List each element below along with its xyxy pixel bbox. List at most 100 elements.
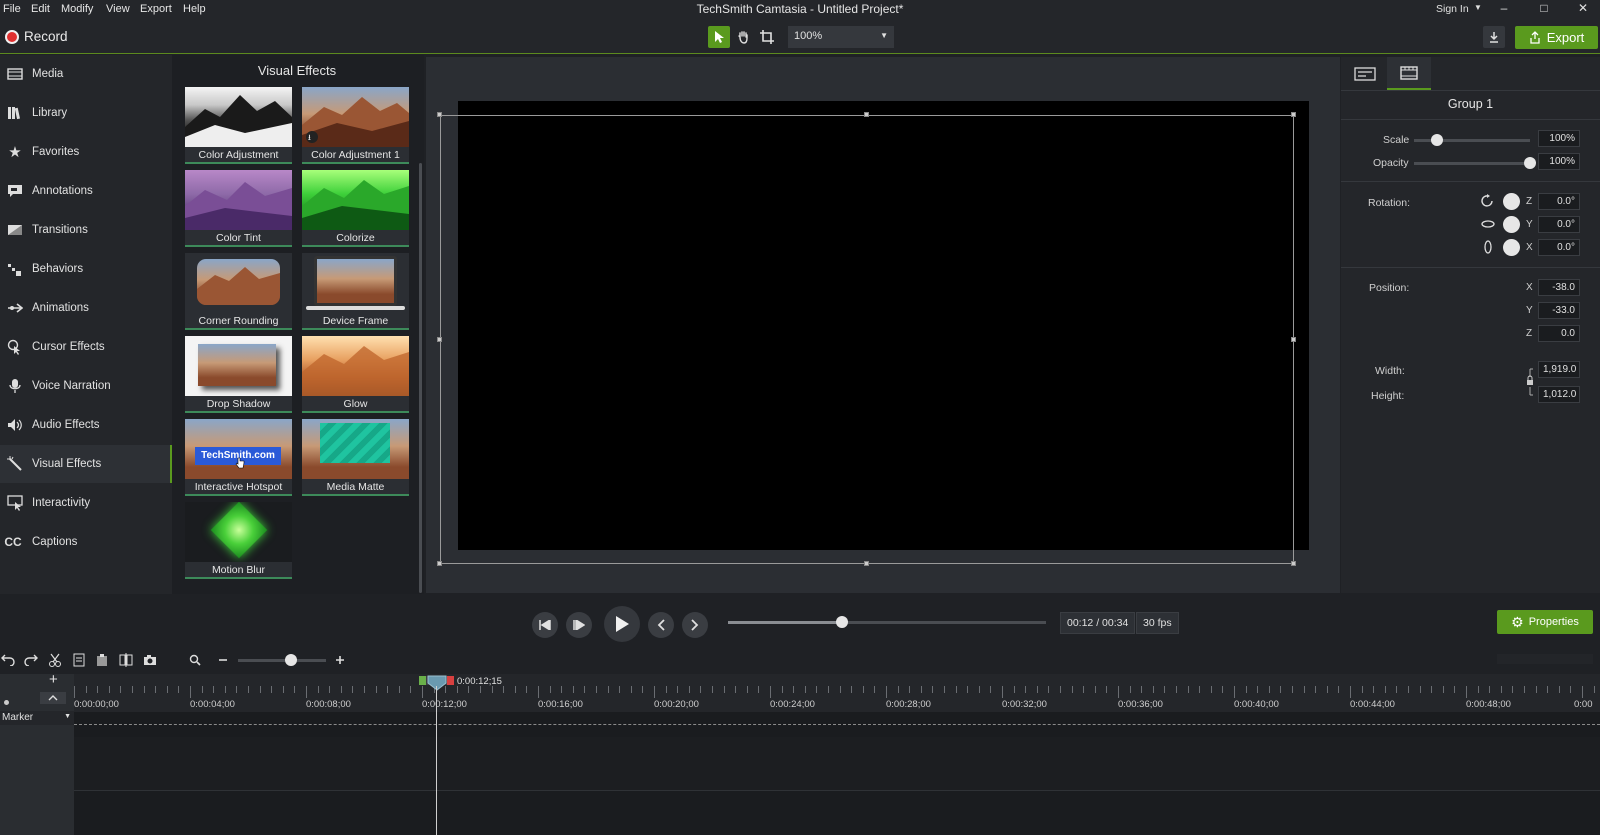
effects-scrollbar[interactable]: [419, 163, 422, 593]
effect-tile-corner-rounding[interactable]: Corner Rounding: [185, 253, 292, 330]
paste-button[interactable]: [94, 652, 110, 668]
rotation-z-dial[interactable]: [1503, 193, 1520, 210]
opacity-slider[interactable]: [1414, 162, 1530, 165]
zoom-in-button[interactable]: [332, 652, 348, 668]
sidebar-item-captions[interactable]: CC Captions: [0, 523, 172, 561]
sidebar-item-voice-narration[interactable]: Voice Narration: [0, 367, 172, 405]
tab-captions-properties[interactable]: [1343, 57, 1387, 90]
sidebar-item-interactivity[interactable]: Interactivity: [0, 484, 172, 522]
width-field[interactable]: 1,919.0: [1538, 361, 1580, 378]
sidebar-item-visual-effects[interactable]: Visual Effects: [0, 445, 172, 483]
sidebar-item-cursor-effects[interactable]: Cursor Effects: [0, 328, 172, 366]
effect-tile-interactive-hotspot[interactable]: TechSmith.com Interactive Hotspot: [185, 419, 292, 496]
resize-handle[interactable]: [1291, 561, 1296, 566]
menu-help[interactable]: Help: [183, 3, 206, 15]
cut-button[interactable]: [47, 652, 63, 668]
minimize-button[interactable]: –: [1493, 1, 1515, 17]
position-z-field[interactable]: 0.0: [1538, 325, 1580, 342]
snapshot-button[interactable]: [142, 652, 158, 668]
resize-handle[interactable]: [864, 112, 869, 117]
effect-tile-device-frame[interactable]: Device Frame: [302, 253, 409, 330]
zoom-select[interactable]: 100% ▼: [788, 26, 894, 48]
menu-modify[interactable]: Modify: [61, 3, 93, 15]
resize-handle[interactable]: [437, 112, 442, 117]
scale-value-field[interactable]: 100%: [1538, 130, 1580, 147]
split-button[interactable]: [118, 652, 134, 668]
zoom-out-button[interactable]: [215, 652, 231, 668]
previous-marker-button[interactable]: [648, 612, 674, 638]
next-marker-button[interactable]: [682, 612, 708, 638]
effect-tile-color-tint[interactable]: Color Tint: [185, 170, 292, 247]
effect-tile-colorize[interactable]: Colorize: [302, 170, 409, 247]
position-y-field[interactable]: -33.0: [1538, 302, 1580, 319]
record-icon[interactable]: [5, 30, 19, 44]
track-1[interactable]: [74, 737, 1600, 791]
properties-button[interactable]: ⚙ Properties: [1497, 610, 1593, 634]
collapse-tracks-button[interactable]: [40, 692, 66, 704]
marker-track[interactable]: [74, 724, 1600, 725]
resize-handle[interactable]: [1291, 112, 1296, 117]
resize-handle[interactable]: [1291, 337, 1296, 342]
maximize-button[interactable]: □: [1533, 1, 1555, 17]
export-button[interactable]: Export: [1515, 26, 1598, 49]
undo-button[interactable]: [0, 652, 16, 668]
play-button[interactable]: [604, 606, 640, 642]
copy-button[interactable]: [71, 652, 87, 668]
sidebar-item-library[interactable]: Library: [0, 94, 172, 132]
height-field[interactable]: 1,012.0: [1538, 386, 1580, 403]
menu-export[interactable]: Export: [140, 3, 172, 15]
sidebar-item-transitions[interactable]: Transitions: [0, 211, 172, 249]
playhead-line[interactable]: [436, 686, 437, 835]
sign-in-link[interactable]: Sign In: [1436, 3, 1469, 15]
rotation-x-field[interactable]: 0.0°: [1538, 239, 1580, 256]
marker-dropdown[interactable]: Marker ▼: [0, 711, 74, 725]
sidebar-item-annotations[interactable]: Annotations: [0, 172, 172, 210]
effect-tile-color-adjustment-1[interactable]: ⭳ Color Adjustment 1: [302, 87, 409, 164]
rotation-x-dial[interactable]: [1503, 239, 1520, 256]
resize-handle[interactable]: [437, 561, 442, 566]
sign-in-dropdown-icon[interactable]: ▼: [1474, 3, 1482, 12]
effect-tile-color-adjustment[interactable]: Color Adjustment: [185, 87, 292, 164]
track-2[interactable]: [74, 794, 1600, 835]
selection-box[interactable]: [440, 115, 1294, 564]
step-forward-button[interactable]: [566, 612, 592, 638]
sidebar-item-behaviors[interactable]: Behaviors: [0, 250, 172, 288]
tab-visual-properties[interactable]: [1387, 57, 1431, 90]
menu-view[interactable]: View: [106, 3, 130, 15]
scale-slider-knob[interactable]: [1431, 134, 1444, 146]
step-back-button[interactable]: [532, 612, 558, 638]
opacity-value-field[interactable]: 100%: [1538, 153, 1580, 170]
timeline-ruler[interactable]: 0:00:00;00 0:00:04;00 0:00:08;00 0:00:12;00…: [74, 674, 1600, 712]
timeline-zoom-knob[interactable]: [285, 654, 297, 666]
timeline[interactable]: + Marker ▼ 0:00:00;00 0:00:04;00 0:00:08;0…: [0, 671, 1600, 835]
timeline-zoom-slider[interactable]: [238, 659, 326, 662]
rotation-y-field[interactable]: 0.0°: [1538, 216, 1580, 233]
playback-scrubber-knob[interactable]: [836, 616, 849, 628]
resize-handle[interactable]: [437, 337, 442, 342]
add-track-button[interactable]: +: [49, 671, 58, 688]
download-button[interactable]: [1483, 26, 1505, 48]
menu-file[interactable]: File: [3, 3, 21, 15]
zoom-search-button[interactable]: [187, 652, 203, 668]
position-x-field[interactable]: -38.0: [1538, 279, 1580, 296]
effect-tile-glow[interactable]: Glow: [302, 336, 409, 413]
sidebar-item-animations[interactable]: Animations: [0, 289, 172, 327]
ruler-tick: [758, 686, 760, 693]
rotation-z-field[interactable]: 0.0°: [1538, 193, 1580, 210]
menu-edit[interactable]: Edit: [31, 3, 50, 15]
sidebar-item-media[interactable]: Media: [0, 55, 172, 93]
select-tool-button[interactable]: [708, 26, 730, 48]
opacity-slider-knob[interactable]: [1524, 157, 1536, 169]
sidebar-item-favorites[interactable]: ★ Favorites: [0, 133, 172, 171]
record-button[interactable]: Record: [24, 29, 68, 44]
effect-tile-media-matte[interactable]: Media Matte: [302, 419, 409, 496]
effect-tile-drop-shadow[interactable]: Drop Shadow: [185, 336, 292, 413]
redo-button[interactable]: [23, 652, 39, 668]
rotation-y-dial[interactable]: [1503, 216, 1520, 233]
close-button[interactable]: ✕: [1572, 1, 1594, 17]
crop-tool-button[interactable]: [756, 26, 778, 48]
resize-handle[interactable]: [864, 561, 869, 566]
sidebar-item-audio-effects[interactable]: Audio Effects: [0, 406, 172, 444]
effect-tile-motion-blur[interactable]: Motion Blur: [185, 502, 292, 579]
pan-tool-button[interactable]: [732, 26, 754, 48]
